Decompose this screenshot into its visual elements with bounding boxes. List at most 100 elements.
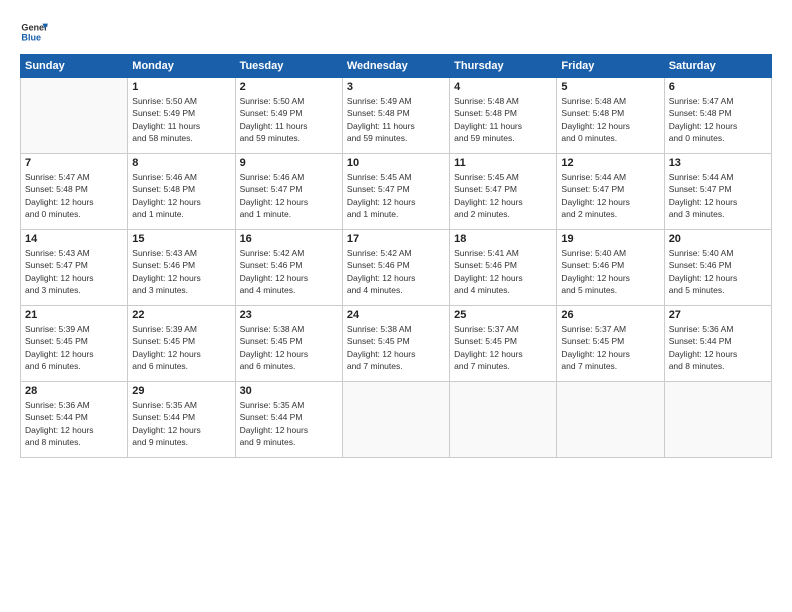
cell-info: Sunrise: 5:35 AMSunset: 5:44 PMDaylight:… — [132, 399, 230, 448]
cell-info: Sunrise: 5:39 AMSunset: 5:45 PMDaylight:… — [25, 323, 123, 372]
day-number: 12 — [561, 157, 659, 169]
svg-text:Blue: Blue — [21, 32, 41, 42]
header-row: SundayMondayTuesdayWednesdayThursdayFrid… — [21, 55, 772, 78]
day-number: 21 — [25, 309, 123, 321]
day-number: 17 — [347, 233, 445, 245]
cal-cell: 23 Sunrise: 5:38 AMSunset: 5:45 PMDayligh… — [235, 306, 342, 382]
day-number: 14 — [25, 233, 123, 245]
cal-cell: 22 Sunrise: 5:39 AMSunset: 5:45 PMDayligh… — [128, 306, 235, 382]
cal-cell: 21 Sunrise: 5:39 AMSunset: 5:45 PMDayligh… — [21, 306, 128, 382]
day-number: 13 — [669, 157, 767, 169]
cal-cell: 10 Sunrise: 5:45 AMSunset: 5:47 PMDayligh… — [342, 154, 449, 230]
day-number: 10 — [347, 157, 445, 169]
cell-info: Sunrise: 5:42 AMSunset: 5:46 PMDaylight:… — [347, 247, 445, 296]
cell-info: Sunrise: 5:41 AMSunset: 5:46 PMDaylight:… — [454, 247, 552, 296]
day-number: 22 — [132, 309, 230, 321]
cell-info: Sunrise: 5:38 AMSunset: 5:45 PMDaylight:… — [240, 323, 338, 372]
cal-cell — [342, 382, 449, 458]
day-header-thursday: Thursday — [450, 55, 557, 78]
cal-cell: 17 Sunrise: 5:42 AMSunset: 5:46 PMDayligh… — [342, 230, 449, 306]
cal-cell: 8Sunrise: 5:46 AMSunset: 5:48 PMDaylight… — [128, 154, 235, 230]
cal-cell: 6 Sunrise: 5:47 AMSunset: 5:48 PMDaylight… — [664, 78, 771, 154]
cal-cell: 7 Sunrise: 5:47 AMSunset: 5:48 PMDaylight… — [21, 154, 128, 230]
day-number: 5 — [561, 81, 659, 93]
cell-info: Sunrise: 5:47 AMSunset: 5:48 PMDaylight:… — [25, 171, 123, 220]
logo: General Blue — [20, 18, 48, 46]
day-number: 4 — [454, 81, 552, 93]
cal-cell: 1 Sunrise: 5:50 AMSunset: 5:49 PMDaylight… — [128, 78, 235, 154]
day-header-friday: Friday — [557, 55, 664, 78]
cell-info: Sunrise: 5:47 AMSunset: 5:48 PMDaylight:… — [669, 95, 767, 144]
cell-info: Sunrise: 5:44 AMSunset: 5:47 PMDaylight:… — [561, 171, 659, 220]
cell-info: Sunrise: 5:49 AMSunset: 5:48 PMDaylight:… — [347, 95, 445, 144]
day-number: 29 — [132, 385, 230, 397]
day-number: 8 — [132, 157, 230, 169]
cal-cell: 24 Sunrise: 5:38 AMSunset: 5:45 PMDayligh… — [342, 306, 449, 382]
cell-info: Sunrise: 5:45 AMSunset: 5:47 PMDaylight:… — [454, 171, 552, 220]
cell-info: Sunrise: 5:38 AMSunset: 5:45 PMDaylight:… — [347, 323, 445, 372]
week-row-5: 28 Sunrise: 5:36 AMSunset: 5:44 PMDayligh… — [21, 382, 772, 458]
cell-info: Sunrise: 5:35 AMSunset: 5:44 PMDaylight:… — [240, 399, 338, 448]
cal-cell: 26 Sunrise: 5:37 AMSunset: 5:45 PMDayligh… — [557, 306, 664, 382]
day-header-tuesday: Tuesday — [235, 55, 342, 78]
cell-info: Sunrise: 5:37 AMSunset: 5:45 PMDaylight:… — [561, 323, 659, 372]
day-number: 1 — [132, 81, 230, 93]
day-number: 18 — [454, 233, 552, 245]
cal-cell: 14Sunrise: 5:43 AMSunset: 5:47 PMDayligh… — [21, 230, 128, 306]
cal-cell: 2 Sunrise: 5:50 AMSunset: 5:49 PMDaylight… — [235, 78, 342, 154]
day-number: 9 — [240, 157, 338, 169]
calendar-table: SundayMondayTuesdayWednesdayThursdayFrid… — [20, 54, 772, 458]
day-header-saturday: Saturday — [664, 55, 771, 78]
day-number: 20 — [669, 233, 767, 245]
cell-info: Sunrise: 5:42 AMSunset: 5:46 PMDaylight:… — [240, 247, 338, 296]
week-row-3: 14Sunrise: 5:43 AMSunset: 5:47 PMDayligh… — [21, 230, 772, 306]
day-number: 16 — [240, 233, 338, 245]
day-number: 23 — [240, 309, 338, 321]
cell-info: Sunrise: 5:43 AMSunset: 5:46 PMDaylight:… — [132, 247, 230, 296]
day-number: 2 — [240, 81, 338, 93]
cell-info: Sunrise: 5:40 AMSunset: 5:46 PMDaylight:… — [669, 247, 767, 296]
cal-cell: 28 Sunrise: 5:36 AMSunset: 5:44 PMDayligh… — [21, 382, 128, 458]
cell-info: Sunrise: 5:48 AMSunset: 5:48 PMDaylight:… — [561, 95, 659, 144]
header: General Blue — [20, 18, 772, 46]
day-number: 11 — [454, 157, 552, 169]
day-number: 7 — [25, 157, 123, 169]
day-number: 6 — [669, 81, 767, 93]
day-number: 26 — [561, 309, 659, 321]
day-header-monday: Monday — [128, 55, 235, 78]
cal-cell — [557, 382, 664, 458]
day-header-sunday: Sunday — [21, 55, 128, 78]
cell-info: Sunrise: 5:48 AMSunset: 5:48 PMDaylight:… — [454, 95, 552, 144]
cell-info: Sunrise: 5:44 AMSunset: 5:47 PMDaylight:… — [669, 171, 767, 220]
day-number: 30 — [240, 385, 338, 397]
day-number: 24 — [347, 309, 445, 321]
cell-info: Sunrise: 5:45 AMSunset: 5:47 PMDaylight:… — [347, 171, 445, 220]
cell-info: Sunrise: 5:36 AMSunset: 5:44 PMDaylight:… — [25, 399, 123, 448]
page: General Blue SundayMondayTuesdayWednesda… — [0, 0, 792, 612]
cell-info: Sunrise: 5:36 AMSunset: 5:44 PMDaylight:… — [669, 323, 767, 372]
cal-cell: 27 Sunrise: 5:36 AMSunset: 5:44 PMDayligh… — [664, 306, 771, 382]
cal-cell: 19 Sunrise: 5:40 AMSunset: 5:46 PMDayligh… — [557, 230, 664, 306]
cal-cell: 15Sunrise: 5:43 AMSunset: 5:46 PMDayligh… — [128, 230, 235, 306]
day-number: 28 — [25, 385, 123, 397]
cal-cell: 12 Sunrise: 5:44 AMSunset: 5:47 PMDayligh… — [557, 154, 664, 230]
cal-cell: 20 Sunrise: 5:40 AMSunset: 5:46 PMDayligh… — [664, 230, 771, 306]
cal-cell: 18 Sunrise: 5:41 AMSunset: 5:46 PMDayligh… — [450, 230, 557, 306]
cal-cell: 29 Sunrise: 5:35 AMSunset: 5:44 PMDayligh… — [128, 382, 235, 458]
cal-cell — [21, 78, 128, 154]
cell-info: Sunrise: 5:50 AMSunset: 5:49 PMDaylight:… — [240, 95, 338, 144]
day-number: 27 — [669, 309, 767, 321]
day-number: 19 — [561, 233, 659, 245]
week-row-1: 1 Sunrise: 5:50 AMSunset: 5:49 PMDaylight… — [21, 78, 772, 154]
cell-info: Sunrise: 5:40 AMSunset: 5:46 PMDaylight:… — [561, 247, 659, 296]
cell-info: Sunrise: 5:46 AMSunset: 5:47 PMDaylight:… — [240, 171, 338, 220]
cell-info: Sunrise: 5:37 AMSunset: 5:45 PMDaylight:… — [454, 323, 552, 372]
cal-cell: 13 Sunrise: 5:44 AMSunset: 5:47 PMDayligh… — [664, 154, 771, 230]
cal-cell: 3Sunrise: 5:49 AMSunset: 5:48 PMDaylight… — [342, 78, 449, 154]
cal-cell: 4 Sunrise: 5:48 AMSunset: 5:48 PMDaylight… — [450, 78, 557, 154]
day-number: 25 — [454, 309, 552, 321]
cell-info: Sunrise: 5:50 AMSunset: 5:49 PMDaylight:… — [132, 95, 230, 144]
cell-info: Sunrise: 5:39 AMSunset: 5:45 PMDaylight:… — [132, 323, 230, 372]
cal-cell: 25 Sunrise: 5:37 AMSunset: 5:45 PMDayligh… — [450, 306, 557, 382]
cal-cell: 5 Sunrise: 5:48 AMSunset: 5:48 PMDaylight… — [557, 78, 664, 154]
